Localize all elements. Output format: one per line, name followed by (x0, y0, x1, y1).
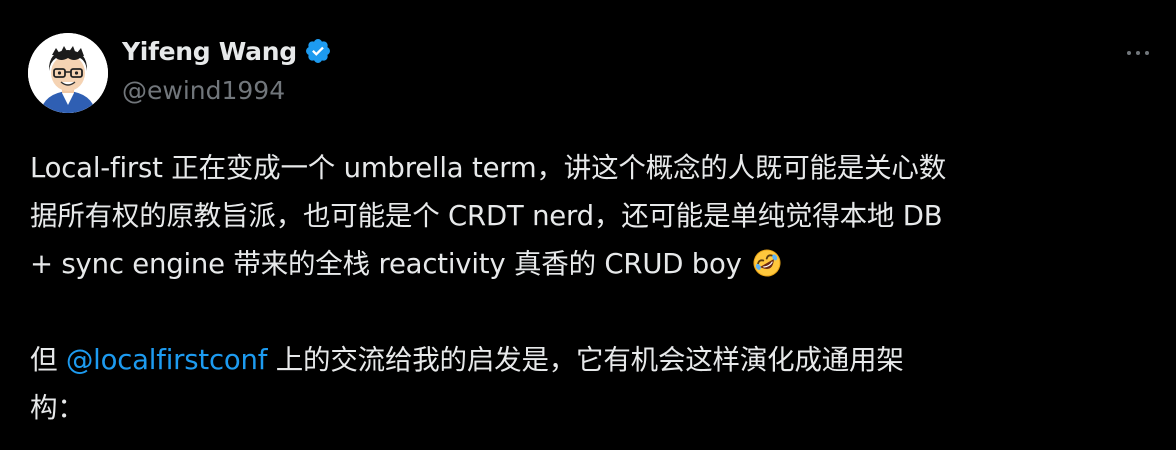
avatar[interactable] (28, 33, 108, 113)
more-options-button[interactable] (1118, 38, 1158, 68)
tweet-line: 据所有权的原教旨派，也可能是个 CRDT nerd，还可能是单纯觉得本地 DB (30, 200, 943, 232)
tweet: Yifeng Wang @ewind1994 Local-first 正在变成一… (0, 0, 1176, 450)
author-handle[interactable]: @ewind1994 (122, 76, 285, 105)
verified-badge-icon (304, 37, 332, 65)
tweet-paragraph-1: Local-first 正在变成一个 umbrella term，讲这个概念的人… (30, 144, 1155, 288)
mention-link[interactable]: @localfirstconf (66, 344, 268, 376)
tweet-line: + sync engine 带来的全栈 reactivity 真香的 CRUD … (30, 248, 742, 280)
tweet-text-segment: 上的交流给我的启发是，它有机会这样演化成通用架 (267, 344, 904, 376)
tweet-paragraph-2: 但 @localfirstconf 上的交流给我的启发是，它有机会这样演化成通用… (30, 336, 1155, 432)
rolling-on-floor-laughing-emoji (752, 245, 782, 277)
tweet-line: 构： (30, 392, 85, 424)
tweet-text-segment: 但 (30, 344, 66, 376)
tweet-line: Local-first 正在变成一个 umbrella term，讲这个概念的人… (30, 152, 946, 184)
more-dot (1145, 51, 1149, 55)
more-horizontal-icon (1127, 51, 1131, 55)
author-display-name[interactable]: Yifeng Wang (122, 37, 297, 66)
author-name-row: Yifeng Wang (122, 34, 332, 68)
avatar-cartoon-image (28, 33, 108, 113)
tweet-text: Local-first 正在变成一个 umbrella term，讲这个概念的人… (30, 144, 1155, 432)
more-dot (1136, 51, 1140, 55)
